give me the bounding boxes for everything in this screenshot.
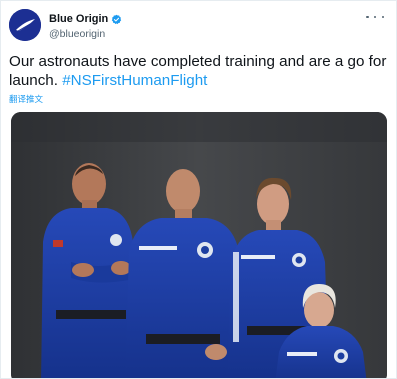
astronauts-photo: [11, 112, 387, 378]
hashtag-link[interactable]: #NSFirstHumanFlight: [62, 72, 207, 89]
feather-logo-icon: [9, 9, 41, 41]
tweet-card: Blue Origin @blueorigin Our astronauts h…: [0, 0, 397, 379]
tweet-text: Our astronauts have completed training a…: [9, 52, 389, 90]
verified-badge-icon: [112, 14, 122, 24]
translate-tweet-link[interactable]: 翻译推文: [9, 93, 43, 105]
more-options-icon[interactable]: [366, 11, 384, 23]
account-names: Blue Origin @blueorigin: [49, 11, 122, 41]
handle[interactable]: @blueorigin: [49, 27, 122, 41]
tweet-photo[interactable]: [11, 112, 387, 378]
tweet-header: Blue Origin @blueorigin: [9, 9, 388, 45]
avatar[interactable]: [9, 9, 41, 41]
display-name[interactable]: Blue Origin: [49, 13, 108, 25]
